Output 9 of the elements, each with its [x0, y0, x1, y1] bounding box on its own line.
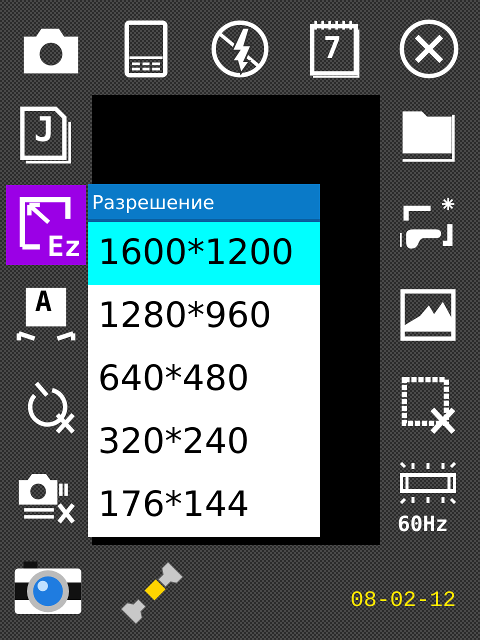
date-label: 08-02-12: [350, 587, 456, 615]
resolution-option[interactable]: 1600*1200: [88, 222, 320, 285]
calendar-button[interactable]: 7: [294, 8, 374, 88]
document-button[interactable]: J: [6, 95, 86, 175]
text-mode-button[interactable]: A: [6, 275, 86, 355]
flicker-button[interactable]: 60Hz: [388, 455, 468, 535]
menu-title: Разрешение: [88, 184, 320, 222]
flicker-icon: [400, 462, 456, 504]
resolution-button[interactable]: Ez: [6, 185, 86, 265]
